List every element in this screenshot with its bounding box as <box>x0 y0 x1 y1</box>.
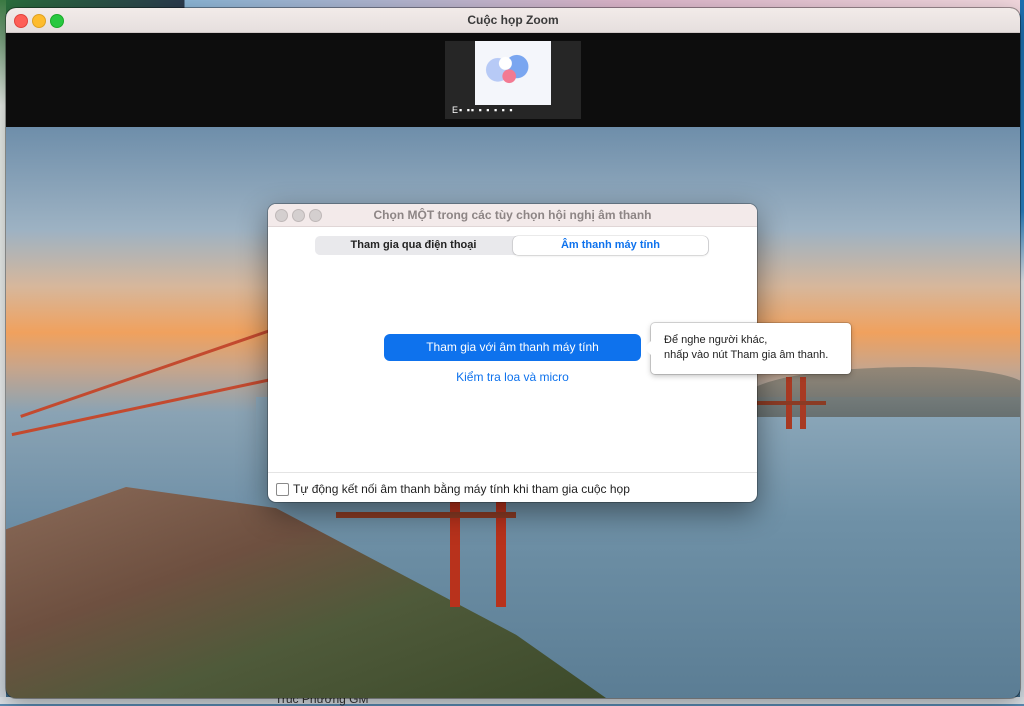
tooltip-line-1: Để nghe người khác, <box>664 334 768 346</box>
dialog-footer: Tự động kết nối âm thanh bằng máy tính k… <box>268 472 757 502</box>
scene-bridge-deck <box>756 401 826 405</box>
auto-connect-checkbox[interactable] <box>276 483 289 496</box>
auto-connect-label[interactable]: Tự động kết nối âm thanh bằng máy tính k… <box>293 482 630 496</box>
video-strip: E▪ ▪▪ ▪ ▪ ▪ ▪ ▪ <box>6 33 1020 127</box>
participant-avatar <box>475 41 551 105</box>
participant-video-tile[interactable]: E▪ ▪▪ ▪ ▪ ▪ ▪ ▪ <box>445 41 581 119</box>
audio-tabs: Tham gia qua điện thoại Âm thanh máy tín… <box>315 236 709 255</box>
scene-bridge-deck <box>336 512 516 518</box>
window-title: Cuộc họp Zoom <box>467 13 559 27</box>
participant-name: E▪ ▪▪ ▪ ▪ ▪ ▪ ▪ <box>452 105 514 115</box>
tab-phone-call[interactable]: Tham gia qua điện thoại <box>315 236 512 255</box>
tooltip-line-2: nhấp vào nút Tham gia âm thanh. <box>664 349 829 361</box>
desktop-bottom-strip <box>0 697 1024 704</box>
join-audio-tooltip: Để nghe người khác, nhấp vào nút Tham gi… <box>644 323 851 374</box>
dialog-titlebar[interactable]: Chọn MỘT trong các tùy chọn hội nghị âm … <box>268 204 757 227</box>
dialog-title: Chọn MỘT trong các tùy chọn hội nghị âm … <box>373 208 652 222</box>
desktop-right-edge <box>1020 0 1024 704</box>
join-with-computer-audio-button[interactable]: Tham gia với âm thanh máy tính <box>384 334 641 361</box>
window-titlebar[interactable]: Cuộc họp Zoom <box>6 8 1020 33</box>
tab-computer-audio[interactable]: Âm thanh máy tính <box>513 236 708 255</box>
